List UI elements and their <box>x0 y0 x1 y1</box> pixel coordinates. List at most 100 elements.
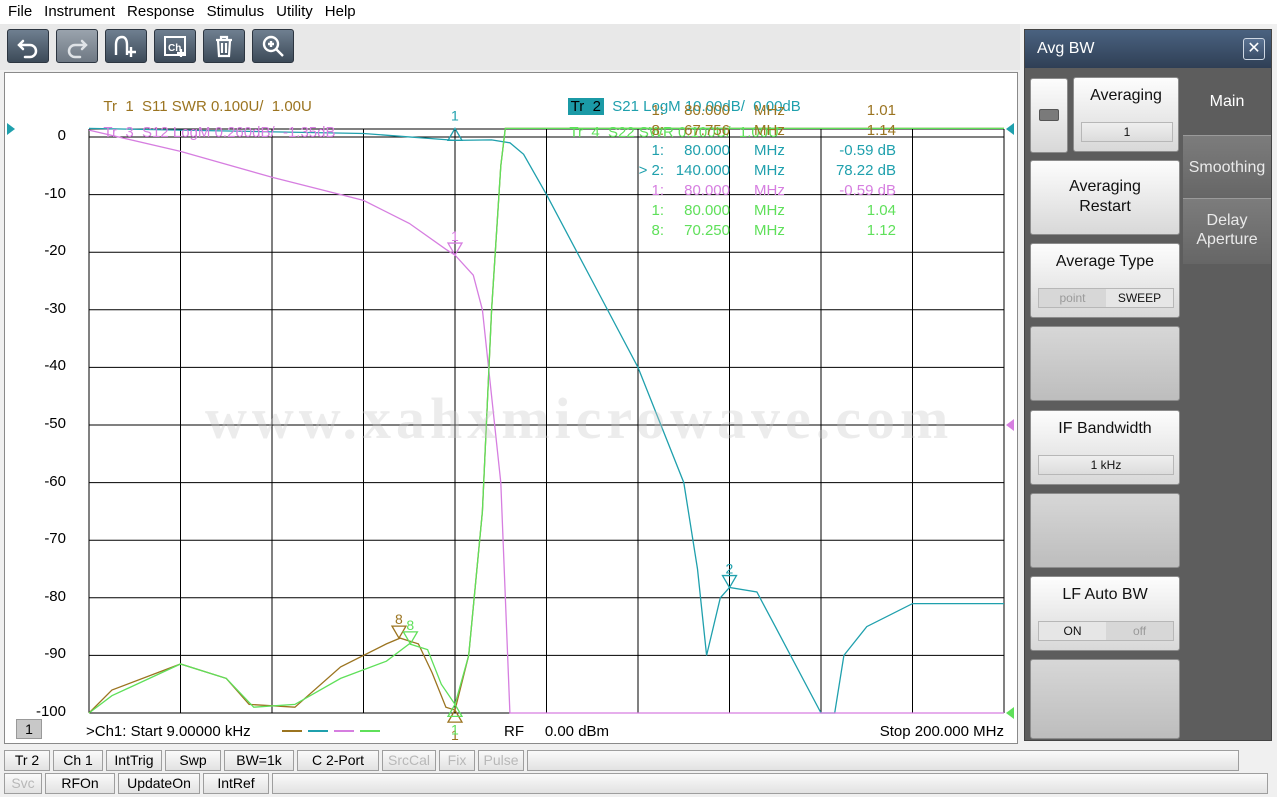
marker-number: 2 <box>726 561 734 577</box>
channel-add-icon: Ch <box>164 36 186 57</box>
marker-value: -0.59 dB <box>839 182 896 199</box>
softkey-toggle: ON off <box>1038 621 1174 641</box>
status-bw-1k[interactable]: BW=1k <box>224 750 294 771</box>
status-updateon[interactable]: UpdateOn <box>118 773 200 794</box>
toggle-option: point <box>1039 289 1106 307</box>
status-intref[interactable]: IntRef <box>203 773 269 794</box>
start-frequency[interactable]: >Ch1: Start 9.00000 kHz <box>86 723 251 740</box>
toggle-option: SWEEP <box>1106 289 1173 307</box>
tab-delay[interactable]: Delay Aperture <box>1183 198 1271 264</box>
marker-value: 78.22 dB <box>835 162 896 179</box>
menu-instrument[interactable]: Instrument <box>38 0 121 24</box>
trace-3-label[interactable]: Tr 3 S12 LogM 0.260dB/ -1.35dB <box>87 107 335 158</box>
panel-title: Avg BW <box>1025 30 1271 68</box>
marker-unit: MHz <box>754 182 785 199</box>
y-tick-label: -50 <box>44 415 66 432</box>
y-tick-label: -30 <box>44 299 66 317</box>
softkey-label: Averaging <box>1090 87 1162 104</box>
rf-power[interactable]: RF 0.00 dBm <box>504 723 609 740</box>
average-type-softkey[interactable]: Average Type point SWEEP <box>1030 243 1180 318</box>
y-tick-label: -80 <box>44 587 66 605</box>
menu-help[interactable]: Help <box>319 0 362 24</box>
y-tick-label: 0 <box>57 127 66 144</box>
y-tick-label: -90 <box>44 645 66 663</box>
marker-freq: 80.000 <box>684 142 730 159</box>
empty-softkey-1[interactable] <box>1030 326 1180 401</box>
toolbar: Ch <box>0 24 1020 70</box>
marker-value: -0.59 dB <box>839 142 896 159</box>
averaging-toggle[interactable] <box>1030 78 1068 153</box>
marker-unit: MHz <box>754 202 785 219</box>
reference-marker <box>7 123 15 135</box>
softkey-label: Averaging Restart <box>1069 178 1141 215</box>
marker-add-icon <box>114 35 136 57</box>
tab-main[interactable]: Main <box>1183 70 1271 135</box>
marker-freq: 70.250 <box>684 222 730 239</box>
y-tick-label: -70 <box>44 530 66 548</box>
status-tr-2[interactable]: Tr 2 <box>4 750 50 771</box>
redo-icon <box>67 39 88 59</box>
empty-softkey-3[interactable] <box>1030 659 1180 739</box>
status-swp[interactable]: Swp <box>165 750 221 771</box>
menu-utility[interactable]: Utility <box>270 0 319 24</box>
add-channel-button[interactable]: Ch <box>154 29 196 63</box>
status-srccal[interactable]: SrcCal <box>382 750 436 771</box>
softkey-value: 1 <box>1081 122 1173 142</box>
reference-marker <box>1006 419 1014 431</box>
marker-unit: MHz <box>754 222 785 239</box>
softkey-panel: Avg BW ✕ Averaging 1 Averaging Restart Aver… <box>1024 29 1272 741</box>
trash-icon <box>216 35 232 58</box>
status-pulse[interactable]: Pulse <box>478 750 524 771</box>
watermark: www.xahxmicrowave.com <box>205 386 954 451</box>
status-bar-1: Tr 2 Ch 1 IntTrig Swp BW=1k C 2-Port SrcCal Fix… <box>4 750 1277 772</box>
close-button[interactable]: ✕ <box>1243 38 1265 60</box>
averaging-indicator-icon <box>1039 109 1059 121</box>
toggle-option: ON <box>1039 622 1106 640</box>
empty-softkey-2[interactable] <box>1030 493 1180 568</box>
y-tick-label: -60 <box>44 472 66 490</box>
softkey-value: 1 kHz <box>1038 455 1174 475</box>
trace-color-legend <box>282 730 380 732</box>
menu-stimulus[interactable]: Stimulus <box>201 0 271 24</box>
softkey-toggle: point SWEEP <box>1038 288 1174 308</box>
status-filler <box>272 773 1268 794</box>
add-marker-button[interactable] <box>105 29 147 63</box>
marker-freq: 67.756 <box>684 122 730 139</box>
status-c-2-port[interactable]: C 2-Port <box>297 750 379 771</box>
marker-number: 1 <box>451 107 459 123</box>
status-svc[interactable]: Svc <box>4 773 42 794</box>
redo-button[interactable] <box>56 29 98 63</box>
stop-frequency[interactable]: Stop 200.000 MHz <box>880 723 1004 740</box>
status-inttrig[interactable]: IntTrig <box>106 750 162 771</box>
zoom-button[interactable] <box>252 29 294 63</box>
marker-freq: 80.000 <box>684 202 730 219</box>
tab-smoothing[interactable]: Smoothing <box>1183 135 1271 198</box>
marker-value: 1.14 <box>866 122 896 139</box>
marker-number: 1 <box>451 228 459 244</box>
menu-response[interactable]: Response <box>121 0 201 24</box>
averaging-restart-softkey[interactable]: Averaging Restart <box>1030 160 1180 235</box>
status-bar-2: Svc RFOn UpdateOn IntRef <box>4 773 1277 795</box>
delete-button[interactable] <box>203 29 245 63</box>
if-bandwidth-softkey[interactable]: IF Bandwidth 1 kHz <box>1030 410 1180 485</box>
marker-triangle <box>402 631 419 646</box>
undo-icon <box>17 39 38 59</box>
trace-3-id: Tr 3 <box>103 124 134 141</box>
marker-freq: 80.000 <box>684 182 730 199</box>
averaging-softkey[interactable]: Averaging 1 <box>1030 77 1179 153</box>
status-rfon[interactable]: RFOn <box>45 773 115 794</box>
reference-marker <box>1006 707 1014 719</box>
marker-value: 1.04 <box>866 202 896 219</box>
softkey-label: IF Bandwidth <box>1058 420 1152 437</box>
marker-freq: 140.000 <box>675 162 730 179</box>
undo-button[interactable] <box>7 29 49 63</box>
status-fix[interactable]: Fix <box>439 750 475 771</box>
marker-unit: MHz <box>754 142 785 159</box>
lf-auto-bw-softkey[interactable]: LF Auto BW ON off <box>1030 576 1180 651</box>
menu-file[interactable]: File <box>2 0 38 24</box>
zoom-in-icon <box>262 35 284 57</box>
status-ch-1[interactable]: Ch 1 <box>53 750 103 771</box>
toggle-option: off <box>1106 622 1173 640</box>
status-filler <box>527 750 1239 771</box>
y-tick-label: -10 <box>44 184 66 202</box>
